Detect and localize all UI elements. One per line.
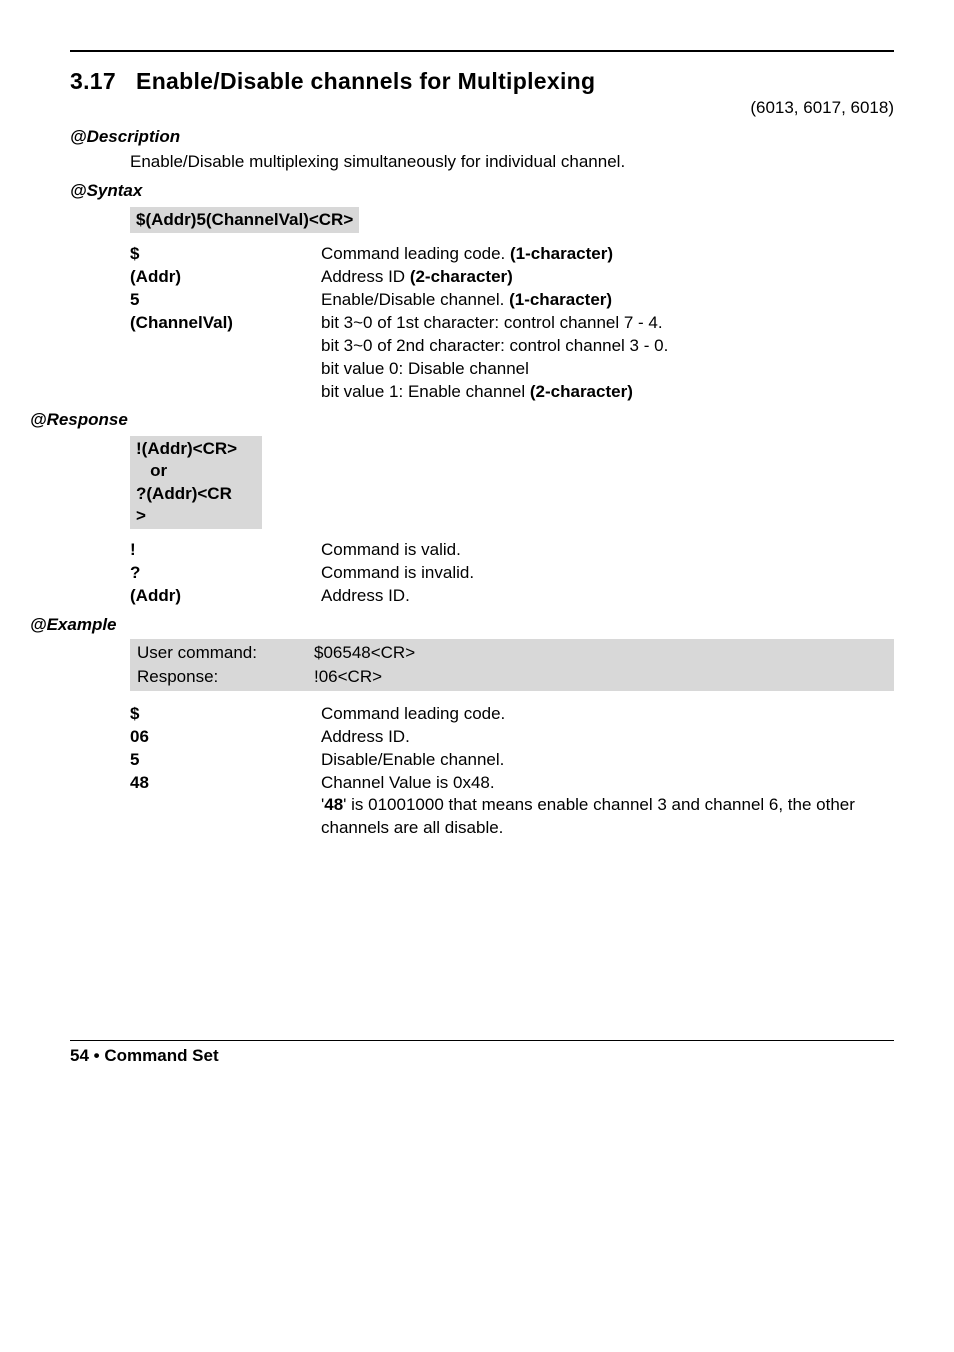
syntax-params-table: $ Command leading code. (1-character) (A… — [130, 243, 668, 404]
param-val: Command leading code. (1-character) — [321, 243, 668, 266]
section-title: Enable/Disable channels for Multiplexing — [136, 68, 595, 94]
param-val: Address ID (2-character) — [321, 266, 668, 289]
param-val: Command leading code. — [321, 703, 894, 726]
table-row: $ Command leading code. (1-character) — [130, 243, 668, 266]
footer-horizontal-rule — [70, 1040, 894, 1041]
table-row: ? Command is invalid. — [130, 562, 474, 585]
table-row: 5 Enable/Disable channel. (1-character) — [130, 289, 668, 312]
param-val: Command is invalid. — [321, 562, 474, 585]
response-heading: @Response — [30, 409, 894, 432]
footer-page-number: 54 — [70, 1046, 89, 1065]
param-key: (Addr) — [130, 585, 321, 608]
param-key: 5 — [130, 749, 321, 772]
footer-bullet: • — [94, 1046, 100, 1065]
syntax-command-box: $(Addr)5(ChannelVal)<CR> — [130, 207, 359, 233]
param-key: (ChannelVal) — [130, 312, 321, 404]
example-heading: @Example — [30, 614, 894, 637]
example-user-cmd-label: User command: — [136, 641, 313, 665]
syntax-heading: @Syntax — [70, 180, 894, 203]
page-footer: 54 • Command Set — [70, 1045, 894, 1068]
param-key: ! — [130, 539, 321, 562]
table-row: $ Command leading code. — [130, 703, 894, 726]
section-number: 3.17 — [70, 68, 116, 94]
footer-label: Command Set — [104, 1046, 218, 1065]
param-val: Address ID. — [321, 585, 474, 608]
param-val: Command is valid. — [321, 539, 474, 562]
example-user-cmd-val: $06548<CR> — [313, 641, 416, 665]
top-horizontal-rule — [70, 50, 894, 52]
description-heading: @Description — [70, 126, 894, 149]
example-response-label: Response: — [136, 665, 313, 689]
param-key: $ — [130, 703, 321, 726]
param-key: (Addr) — [130, 266, 321, 289]
param-val: bit 3~0 of 1st character: control channe… — [321, 312, 668, 404]
param-val: Enable/Disable channel. (1-character) — [321, 289, 668, 312]
param-key: 5 — [130, 289, 321, 312]
table-row: 48 Channel Value is 0x48. '48' is 010010… — [130, 772, 894, 841]
applies-to: (6013, 6017, 6018) — [70, 97, 894, 120]
table-row: User command: $06548<CR> — [136, 641, 416, 665]
response-box: !(Addr)<CR> or ?(Addr)<CR > — [130, 436, 262, 528]
table-row: (Addr) Address ID. — [130, 585, 474, 608]
table-row: 06 Address ID. — [130, 726, 894, 749]
table-row: (Addr) Address ID (2-character) — [130, 266, 668, 289]
param-key: 06 — [130, 726, 321, 749]
table-row: 5 Disable/Enable channel. — [130, 749, 894, 772]
example-box: User command: $06548<CR> Response: !06<C… — [130, 639, 894, 691]
example-params-table: $ Command leading code. 06 Address ID. 5… — [130, 703, 894, 841]
param-val: Disable/Enable channel. — [321, 749, 894, 772]
param-key: ? — [130, 562, 321, 585]
table-row: Response: !06<CR> — [136, 665, 416, 689]
description-text: Enable/Disable multiplexing simultaneous… — [130, 151, 894, 174]
section-heading: 3.17 Enable/Disable channels for Multipl… — [70, 66, 894, 97]
table-row: ! Command is valid. — [130, 539, 474, 562]
example-response-val: !06<CR> — [313, 665, 416, 689]
response-params-table: ! Command is valid. ? Command is invalid… — [130, 539, 474, 608]
param-key: $ — [130, 243, 321, 266]
param-val: Address ID. — [321, 726, 894, 749]
param-val: Channel Value is 0x48. '48' is 01001000 … — [321, 772, 894, 841]
param-key: 48 — [130, 772, 321, 841]
table-row: (ChannelVal) bit 3~0 of 1st character: c… — [130, 312, 668, 404]
